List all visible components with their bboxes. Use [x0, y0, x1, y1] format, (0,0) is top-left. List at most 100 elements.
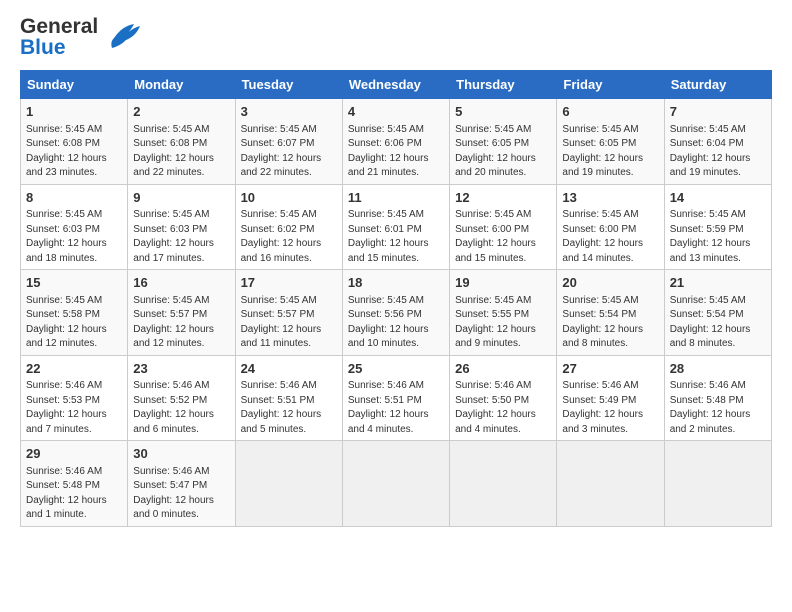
table-row: 16 Sunrise: 5:45 AM Sunset: 5:57 PM Dayli… — [128, 270, 235, 356]
day-info: Sunrise: 5:45 AM Sunset: 5:58 PM Dayligh… — [26, 295, 107, 350]
day-number: 28 — [670, 360, 766, 378]
day-info: Sunrise: 5:46 AM Sunset: 5:48 PM Dayligh… — [26, 466, 107, 521]
day-info: Sunrise: 5:45 AM Sunset: 6:05 PM Dayligh… — [455, 124, 536, 179]
table-row: 3 Sunrise: 5:45 AM Sunset: 6:07 PM Daylig… — [235, 99, 342, 185]
day-info: Sunrise: 5:46 AM Sunset: 5:47 PM Dayligh… — [133, 466, 214, 521]
col-header-tuesday: Tuesday — [235, 71, 342, 99]
table-row: 4 Sunrise: 5:45 AM Sunset: 6:06 PM Daylig… — [342, 99, 449, 185]
table-row: 28 Sunrise: 5:46 AM Sunset: 5:48 PM Dayli… — [664, 355, 771, 441]
day-number: 13 — [562, 189, 658, 207]
week-row-4: 22Sunrise: 5:46 AM Sunset: 5:53 PM Dayli… — [21, 355, 772, 441]
table-row: 15 Sunrise: 5:45 AM Sunset: 5:58 PM Dayli… — [21, 270, 128, 356]
week-row-5: 29Sunrise: 5:46 AM Sunset: 5:48 PM Dayli… — [21, 441, 772, 527]
day-number: 26 — [455, 360, 551, 378]
day-number: 25 — [348, 360, 444, 378]
day-info: Sunrise: 5:45 AM Sunset: 6:05 PM Dayligh… — [562, 124, 643, 179]
logo: General Blue — [20, 16, 142, 58]
day-number: 11 — [348, 189, 444, 207]
calendar-table: SundayMondayTuesdayWednesdayThursdayFrid… — [20, 70, 772, 527]
day-number: 3 — [241, 103, 337, 121]
table-row: 17Sunrise: 5:45 AM Sunset: 5:57 PM Dayli… — [235, 270, 342, 356]
day-info: Sunrise: 5:46 AM Sunset: 5:48 PM Dayligh… — [670, 380, 751, 435]
table-row — [664, 441, 771, 527]
table-row: 18Sunrise: 5:45 AM Sunset: 5:56 PM Dayli… — [342, 270, 449, 356]
header-row: SundayMondayTuesdayWednesdayThursdayFrid… — [21, 71, 772, 99]
col-header-thursday: Thursday — [450, 71, 557, 99]
table-row: 13 Sunrise: 5:45 AM Sunset: 6:00 PM Dayli… — [557, 184, 664, 270]
day-number: 4 — [348, 103, 444, 121]
table-row: 20 Sunrise: 5:45 AM Sunset: 5:54 PM Dayli… — [557, 270, 664, 356]
day-info: Sunrise: 5:45 AM Sunset: 5:54 PM Dayligh… — [562, 295, 643, 350]
col-header-wednesday: Wednesday — [342, 71, 449, 99]
day-number: 8 — [26, 189, 122, 207]
day-number: 20 — [562, 274, 658, 292]
day-info: Sunrise: 5:45 AM Sunset: 5:55 PM Dayligh… — [455, 295, 536, 350]
day-info: Sunrise: 5:45 AM Sunset: 5:57 PM Dayligh… — [133, 295, 214, 350]
table-row: 9 Sunrise: 5:45 AM Sunset: 6:03 PM Daylig… — [128, 184, 235, 270]
table-row: 14 Sunrise: 5:45 AM Sunset: 5:59 PM Dayli… — [664, 184, 771, 270]
day-number: 27 — [562, 360, 658, 378]
day-info: Sunrise: 5:45 AM Sunset: 6:06 PM Dayligh… — [348, 124, 429, 179]
table-row: 27 Sunrise: 5:46 AM Sunset: 5:49 PM Dayli… — [557, 355, 664, 441]
day-info: Sunrise: 5:45 AM Sunset: 6:03 PM Dayligh… — [26, 209, 107, 264]
table-row: 25Sunrise: 5:46 AM Sunset: 5:51 PM Dayli… — [342, 355, 449, 441]
header: General Blue — [20, 16, 772, 58]
day-info: Sunrise: 5:45 AM Sunset: 6:03 PM Dayligh… — [133, 209, 214, 264]
day-number: 16 — [133, 274, 229, 292]
day-number: 12 — [455, 189, 551, 207]
day-info: Sunrise: 5:46 AM Sunset: 5:52 PM Dayligh… — [133, 380, 214, 435]
col-header-sunday: Sunday — [21, 71, 128, 99]
day-number: 5 — [455, 103, 551, 121]
day-number: 15 — [26, 274, 122, 292]
table-row: 22Sunrise: 5:46 AM Sunset: 5:53 PM Dayli… — [21, 355, 128, 441]
col-header-monday: Monday — [128, 71, 235, 99]
table-row: 21 Sunrise: 5:45 AM Sunset: 5:54 PM Dayli… — [664, 270, 771, 356]
day-number: 17 — [241, 274, 337, 292]
logo-blue: Blue — [20, 37, 98, 58]
day-info: Sunrise: 5:45 AM Sunset: 6:07 PM Dayligh… — [241, 124, 322, 179]
logo-bird-icon — [104, 18, 142, 50]
logo-general: General — [20, 16, 98, 37]
day-number: 1 — [26, 103, 122, 121]
day-number: 2 — [133, 103, 229, 121]
day-info: Sunrise: 5:45 AM Sunset: 6:08 PM Dayligh… — [26, 124, 107, 179]
week-row-1: 1 Sunrise: 5:45 AM Sunset: 6:08 PM Daylig… — [21, 99, 772, 185]
day-info: Sunrise: 5:45 AM Sunset: 6:00 PM Dayligh… — [455, 209, 536, 264]
day-number: 9 — [133, 189, 229, 207]
table-row: 2 Sunrise: 5:45 AM Sunset: 6:08 PM Daylig… — [128, 99, 235, 185]
day-info: Sunrise: 5:46 AM Sunset: 5:49 PM Dayligh… — [562, 380, 643, 435]
table-row: 11Sunrise: 5:45 AM Sunset: 6:01 PM Dayli… — [342, 184, 449, 270]
day-info: Sunrise: 5:45 AM Sunset: 6:02 PM Dayligh… — [241, 209, 322, 264]
table-row: 7 Sunrise: 5:45 AM Sunset: 6:04 PM Daylig… — [664, 99, 771, 185]
day-info: Sunrise: 5:45 AM Sunset: 6:08 PM Dayligh… — [133, 124, 214, 179]
table-row — [557, 441, 664, 527]
day-info: Sunrise: 5:45 AM Sunset: 6:04 PM Dayligh… — [670, 124, 751, 179]
day-info: Sunrise: 5:46 AM Sunset: 5:53 PM Dayligh… — [26, 380, 107, 435]
table-row — [235, 441, 342, 527]
day-number: 19 — [455, 274, 551, 292]
table-row — [342, 441, 449, 527]
day-number: 14 — [670, 189, 766, 207]
table-row: 24 Sunrise: 5:46 AM Sunset: 5:51 PM Dayli… — [235, 355, 342, 441]
day-info: Sunrise: 5:45 AM Sunset: 5:56 PM Dayligh… — [348, 295, 429, 350]
table-row: 19 Sunrise: 5:45 AM Sunset: 5:55 PM Dayli… — [450, 270, 557, 356]
day-info: Sunrise: 5:45 AM Sunset: 5:59 PM Dayligh… — [670, 209, 751, 264]
table-row: 5 Sunrise: 5:45 AM Sunset: 6:05 PM Daylig… — [450, 99, 557, 185]
day-number: 7 — [670, 103, 766, 121]
table-row: 1 Sunrise: 5:45 AM Sunset: 6:08 PM Daylig… — [21, 99, 128, 185]
week-row-3: 15 Sunrise: 5:45 AM Sunset: 5:58 PM Dayli… — [21, 270, 772, 356]
day-number: 24 — [241, 360, 337, 378]
table-row — [450, 441, 557, 527]
table-row: 10 Sunrise: 5:45 AM Sunset: 6:02 PM Dayli… — [235, 184, 342, 270]
day-number: 21 — [670, 274, 766, 292]
day-info: Sunrise: 5:46 AM Sunset: 5:51 PM Dayligh… — [241, 380, 322, 435]
day-number: 23 — [133, 360, 229, 378]
day-info: Sunrise: 5:45 AM Sunset: 5:54 PM Dayligh… — [670, 295, 751, 350]
col-header-friday: Friday — [557, 71, 664, 99]
day-info: Sunrise: 5:46 AM Sunset: 5:50 PM Dayligh… — [455, 380, 536, 435]
day-info: Sunrise: 5:45 AM Sunset: 6:00 PM Dayligh… — [562, 209, 643, 264]
table-row: 8 Sunrise: 5:45 AM Sunset: 6:03 PM Daylig… — [21, 184, 128, 270]
col-header-saturday: Saturday — [664, 71, 771, 99]
day-number: 10 — [241, 189, 337, 207]
table-row: 30Sunrise: 5:46 AM Sunset: 5:47 PM Dayli… — [128, 441, 235, 527]
